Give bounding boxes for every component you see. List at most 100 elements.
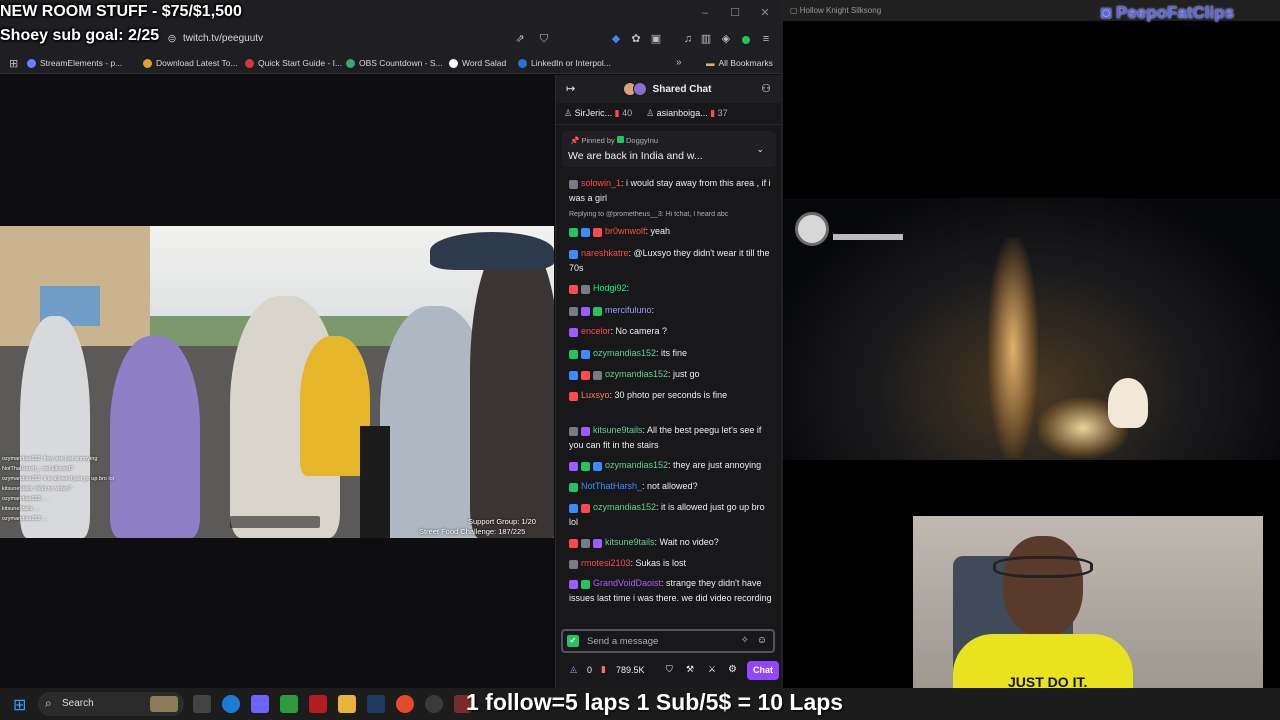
leaderboard-entry[interactable]: ♙ asianboiga... ▮ 37 <box>646 108 728 119</box>
obs-icon[interactable] <box>425 695 443 713</box>
menu-icon[interactable]: ≡ <box>760 33 772 45</box>
maximize-icon[interactable]: ☐ <box>728 6 742 20</box>
chat-username[interactable]: nareshkatre <box>581 248 629 258</box>
bookmark-item[interactable]: Quick Start Guide - I... <box>245 56 342 70</box>
video-mini-chat-line: ozymandias152: ... <box>2 516 49 522</box>
site-info-icon[interactable]: ⊜ <box>166 33 178 45</box>
chat-username[interactable]: ozymandias152 <box>593 348 656 358</box>
chat-message[interactable]: kitsune9tails: Wait no video? <box>569 535 774 550</box>
chat-username[interactable]: Luxsyo <box>581 390 610 400</box>
chat-message[interactable]: ozymandias152: its fine <box>569 346 774 361</box>
chat-username[interactable]: kitsune9tails <box>605 537 655 547</box>
edge-icon[interactable] <box>222 695 240 713</box>
more-bookmarks-icon[interactable]: » <box>676 57 682 68</box>
chat-message-text: : <box>626 283 630 293</box>
chat-username[interactable]: NotThatHarsh_ <box>581 481 642 491</box>
chat-badges <box>569 368 605 382</box>
bookmark-item[interactable]: StreamElements - p... <box>27 56 122 70</box>
chat-username[interactable]: ozymandias152 <box>605 369 668 379</box>
bookmark-item[interactable]: LinkedIn or Interpol... <box>518 56 611 70</box>
all-bookmarks-folder[interactable]: ▬ All Bookmarks <box>706 56 773 70</box>
chat-username[interactable]: rmotesi2103 <box>581 558 631 568</box>
xbox-icon[interactable] <box>280 695 298 713</box>
bits-icon[interactable]: ▮ <box>601 664 606 675</box>
video-mini-chat-line: ozymandias152: ... <box>2 496 49 502</box>
leaderboard-entry[interactable]: ♙ SirJeric... ▮ 40 <box>564 108 632 119</box>
extension-icon[interactable]: ◆ <box>610 33 622 45</box>
folder-icon: ▬ <box>706 58 715 68</box>
chat-badges <box>569 557 581 571</box>
settings-icon[interactable]: ⚙ <box>728 664 737 675</box>
chat-username[interactable]: ozymandias152 <box>605 460 668 470</box>
chat-username[interactable]: kitsune9tails <box>593 425 643 435</box>
leaderboard-name: SirJeric... <box>574 108 613 118</box>
screenshot-icon[interactable]: ▣ <box>650 33 662 45</box>
chat-message[interactable]: ozymandias152: they are just annoying <box>569 458 774 473</box>
collapse-chat-icon[interactable]: ↦ <box>566 82 575 95</box>
task-view-icon[interactable] <box>193 695 211 713</box>
users-icon[interactable]: ⚇ <box>761 82 771 95</box>
pinned-message[interactable]: 📌 Pinned by DoggyInu We are back in Indi… <box>562 131 776 167</box>
taskbar-search[interactable]: ⌕ Search <box>38 692 184 716</box>
sword-icon[interactable]: ⚔ <box>708 664 716 675</box>
bookmark-item[interactable]: OBS Countdown - S... <box>346 56 443 70</box>
discord-icon: ◙ <box>1101 3 1112 22</box>
chat-message[interactable]: ozymandias152: it is allowed just go up … <box>569 500 774 529</box>
chat-message-text: : just go <box>668 369 700 379</box>
stream-video[interactable]: ozymandias152: they are just annoying Not… <box>0 226 554 538</box>
chat-message[interactable]: ozymandias152: just go <box>569 367 774 382</box>
reply-context[interactable]: Replying to @prometheus__3: Hi tchat, I … <box>569 211 774 218</box>
chat-message[interactable]: Hodgi92: <box>569 281 774 296</box>
chat-badge-icon <box>581 461 590 471</box>
chat-message[interactable]: NotThatHarsh_: not allowed? <box>569 479 774 494</box>
chrome-icon[interactable] <box>396 695 414 713</box>
apps-grid-icon[interactable]: ⊞ <box>9 57 18 70</box>
steam-icon[interactable] <box>367 695 385 713</box>
chat-message[interactable]: rmotesi2103: Sukas is lost <box>569 556 774 571</box>
chat-message[interactable]: kitsune9tails: All the best peegu let's … <box>569 423 774 452</box>
chat-username[interactable]: Hodgi92 <box>593 283 627 293</box>
chat-message[interactable]: solowin_1: i would stay away from this a… <box>569 176 774 205</box>
channel-points-icon[interactable]: ◬ <box>570 664 577 675</box>
chat-message[interactable]: Luxsyo: 30 photo per seconds is fine <box>569 388 774 403</box>
sidebar-icon[interactable]: ▥ <box>700 33 712 45</box>
file-explorer-icon[interactable] <box>338 695 356 713</box>
windows-start-icon[interactable]: ⊞ <box>13 695 26 715</box>
close-icon[interactable]: ✕ <box>758 6 772 20</box>
chat-message[interactable]: GrandVoidDaoist: strange they didn't hav… <box>569 576 774 605</box>
music-icon[interactable]: ♫ <box>682 33 694 45</box>
vpn-icon[interactable]: ◈ <box>720 33 732 45</box>
chat-username[interactable]: ozymandias152 <box>593 502 656 512</box>
chat-panel: Shared Chat ↦ ⚇ ♙ SirJeric... ▮ 40 ♙ asia… <box>555 75 781 688</box>
shield-mode-icon[interactable]: ⛉ <box>666 664 673 675</box>
share-icon[interactable]: ⇗ <box>514 33 526 45</box>
chat-username[interactable]: solowin_1 <box>581 178 621 188</box>
video-mini-chat-line: kitsune9tails: Wait no video? <box>2 486 72 492</box>
video-mini-chat: ozymandias152: they are just annoying Not… <box>2 454 114 524</box>
chat-username[interactable]: mercifuluno <box>605 305 652 315</box>
chat-message[interactable]: mercifuluno: <box>569 303 774 318</box>
url-field[interactable]: twitch.tv/peeguutv <box>183 33 263 44</box>
app-icon[interactable] <box>309 695 327 713</box>
chat-username[interactable]: GrandVoidDaoist <box>593 578 661 588</box>
minimize-icon[interactable]: – <box>698 6 712 20</box>
chat-badge-icon <box>569 349 578 359</box>
sparkle-icon[interactable]: ✧ <box>741 635 749 646</box>
chat-input[interactable]: ✔ Send a message ✧ ☺ <box>561 629 775 653</box>
chat-message[interactable]: br0wnwolf: yeah <box>569 224 774 239</box>
chat-badge-icon <box>581 426 590 436</box>
chat-send-button[interactable]: Chat <box>747 661 779 680</box>
bookmark-item[interactable]: Download Latest To... <box>143 56 238 70</box>
webcam-person-head <box>1003 536 1083 636</box>
mod-tools-icon[interactable]: ⚒ <box>686 664 694 675</box>
emote-icon[interactable]: ☺ <box>757 635 767 646</box>
chat-message[interactable]: nareshkatre: @Luxsyo they didn't wear it… <box>569 246 774 275</box>
chat-message[interactable]: encelor: No camera ? <box>569 324 774 339</box>
copilot-icon[interactable] <box>251 695 269 713</box>
chat-username[interactable]: encelor <box>581 326 611 336</box>
shield-icon[interactable]: ⛉ <box>538 33 550 45</box>
bookmark-item[interactable]: Word Salad <box>449 56 506 70</box>
extension-icon[interactable]: ✿ <box>630 33 642 45</box>
chevron-down-icon[interactable]: ⌄ <box>756 144 764 155</box>
chat-username[interactable]: br0wnwolf <box>605 226 646 236</box>
